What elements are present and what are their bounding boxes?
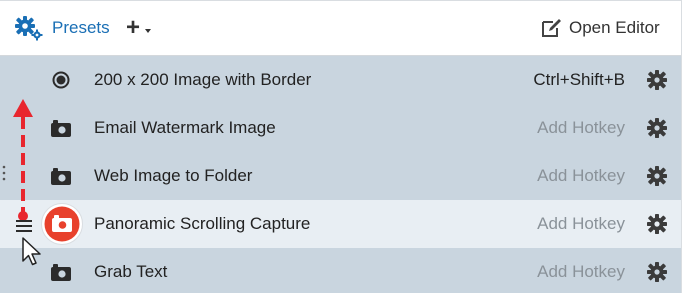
gear-icon[interactable] <box>646 165 668 187</box>
add-hotkey-link[interactable]: Add Hotkey <box>537 213 625 235</box>
preset-name: Web Image to Folder <box>94 166 253 185</box>
radio-record-icon <box>52 71 70 89</box>
gear-icon[interactable] <box>646 213 668 235</box>
plus-icon: + <box>126 14 141 41</box>
camera-icon <box>51 168 71 185</box>
presets-title[interactable]: Presets <box>52 17 110 39</box>
camera-icon <box>51 120 71 137</box>
gear-icon[interactable] <box>646 69 668 91</box>
preset-row-selected[interactable]: Panoramic Scrolling Capture Add Hotkey <box>0 200 681 248</box>
open-editor-label: Open Editor <box>569 18 660 37</box>
preset-row[interactable]: Email Watermark Image Add Hotkey <box>0 104 681 152</box>
edit-icon <box>542 19 561 37</box>
preset-name: 200 x 200 Image with Border <box>94 70 312 89</box>
open-editor-button[interactable]: Open Editor <box>541 14 677 42</box>
preset-name: Grab Text <box>94 262 168 281</box>
camera-icon <box>51 264 71 281</box>
chevron-down-icon <box>145 29 151 33</box>
add-hotkey-link[interactable]: Add Hotkey <box>537 117 625 139</box>
preset-name: Panoramic Scrolling Capture <box>94 214 311 233</box>
preset-row[interactable]: 200 x 200 Image with Border Ctrl+Shift+B <box>0 56 681 104</box>
capture-button-icon[interactable] <box>40 202 84 246</box>
presets-gear-icon[interactable] <box>14 15 44 41</box>
preset-name: Email Watermark Image <box>94 118 276 137</box>
preset-list: 200 x 200 Image with Border Ctrl+Shift+B <box>0 56 681 293</box>
gear-icon[interactable] <box>646 117 668 139</box>
presets-header: Presets + Open Editor <box>0 1 681 56</box>
gear-icon[interactable] <box>646 261 668 283</box>
presets-panel: Presets + Open Editor 200 x 200 Image wi… <box>0 0 682 293</box>
preset-hotkey[interactable]: Ctrl+Shift+B <box>533 69 625 91</box>
add-hotkey-link[interactable]: Add Hotkey <box>537 261 625 283</box>
add-hotkey-link[interactable]: Add Hotkey <box>537 165 625 187</box>
preset-row[interactable]: Web Image to Folder Add Hotkey <box>0 152 681 200</box>
preset-row[interactable]: Grab Text Add Hotkey <box>0 248 681 293</box>
add-preset-button[interactable]: + <box>126 15 160 41</box>
